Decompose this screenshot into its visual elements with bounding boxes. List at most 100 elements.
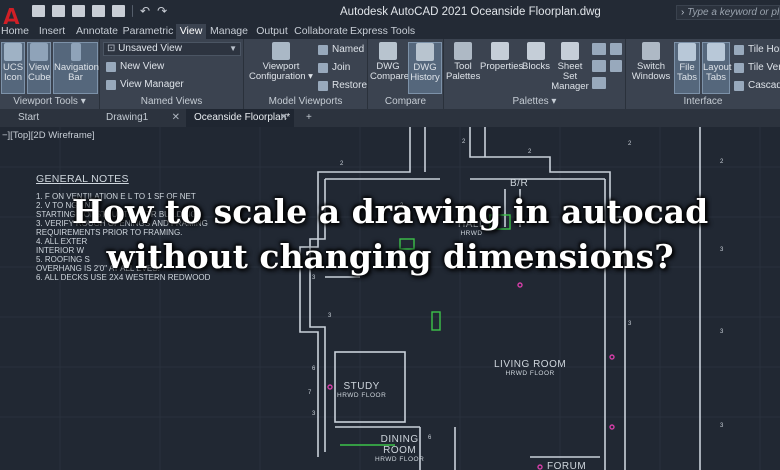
view-manager-button[interactable]: View Manager — [106, 79, 184, 90]
palette-small-button-2[interactable] — [592, 60, 606, 72]
tool-palettes-label-2: Palettes — [446, 71, 481, 82]
view-manager-icon — [106, 79, 116, 90]
tab-parametric[interactable]: Parametric — [120, 24, 176, 39]
palette-small-icon-3 — [592, 77, 606, 89]
restore-label: Restore — [332, 80, 368, 91]
named-view-dropdown-value: Unsaved View — [118, 43, 182, 54]
new-view-button[interactable]: New View — [106, 61, 164, 72]
file-tabs-label-2: Tabs — [676, 72, 698, 83]
layout-tabs-button[interactable]: Layout Tabs — [702, 42, 732, 94]
plus-icon: + — [306, 112, 312, 123]
named-view-dropdown-icon: ⊡ — [107, 43, 119, 54]
doc-tab-start-label: Start — [18, 112, 40, 123]
sheet-set-manager-label-2: Manager — [551, 81, 589, 92]
palette-small-button-1[interactable] — [592, 43, 606, 55]
tab-collaborate[interactable]: Collaborate — [292, 24, 350, 39]
new-tab-button[interactable]: + — [298, 109, 318, 127]
view-cube-button[interactable]: View Cube — [27, 42, 51, 94]
tab-home[interactable]: Home — [0, 24, 30, 39]
ucs-icon-label-2: Icon — [4, 72, 22, 83]
viewport-controls-label[interactable]: −][Top][2D Wireframe] — [2, 130, 95, 141]
dwg-history-label-2: History — [410, 72, 440, 83]
tab-view[interactable]: View — [176, 24, 206, 39]
switch-windows-icon — [642, 42, 660, 60]
room-name-line2: ROOM — [383, 445, 417, 456]
room-floor: HRWD FLOOR — [505, 370, 555, 377]
dwg-history-button[interactable]: DWG History — [408, 42, 442, 94]
quick-access-open-icon[interactable] — [52, 5, 65, 17]
panel-title-viewport-tools[interactable]: Viewport Tools ▾ — [0, 96, 99, 107]
tile-horizontally-button[interactable]: Tile Hori — [734, 44, 780, 55]
ucs-icon — [4, 43, 22, 61]
tool-palettes-button[interactable]: Tool Palettes — [446, 42, 480, 94]
undo-icon[interactable]: ↶ — [140, 5, 150, 17]
panel-title-palettes[interactable]: Palettes ▾ — [444, 96, 625, 107]
palette-small-button-3[interactable] — [592, 77, 606, 89]
palette-small-button-5[interactable] — [610, 60, 622, 72]
file-tabs-button[interactable]: File Tabs — [674, 42, 700, 94]
title-bar: A ↶ ↷ Autodesk AutoCAD 2021 Oceanside Fl… — [0, 0, 780, 32]
doc-tab-oceanside-floorplan[interactable]: Oceanside Floorplan* ✕ — [186, 109, 294, 127]
tab-annotate[interactable]: Annotate — [74, 24, 120, 39]
viewport-configuration-button[interactable]: Viewport Configuration ▾ — [248, 42, 314, 94]
svg-text:3: 3 — [720, 329, 724, 335]
navigation-bar-icon — [70, 43, 81, 61]
panel-viewport-tools: UCS Icon View Cube Navigation Bar Viewpo… — [0, 39, 100, 109]
named-viewports-button[interactable]: Named — [318, 44, 364, 55]
panel-compare: DWG Compare DWG History Compare — [368, 39, 444, 109]
svg-text:6: 6 — [428, 435, 432, 441]
quick-access-saveas-icon[interactable] — [92, 5, 105, 17]
properties-button[interactable]: Properties — [480, 42, 523, 94]
ucs-icon-button[interactable]: UCS Icon — [1, 42, 25, 94]
switch-windows-label-2: Windows — [631, 71, 671, 82]
svg-text:3: 3 — [628, 321, 632, 327]
palette-small-icon-1 — [592, 43, 606, 55]
doc-tab-drawing1[interactable]: Drawing1 ✕ — [98, 109, 186, 127]
navigation-bar-label-2: Bar — [68, 72, 83, 83]
blocks-button[interactable]: Blocks — [522, 42, 550, 94]
room-floor: HRWD FLOOR — [337, 392, 387, 399]
panel-title-model-viewports: Model Viewports — [268, 96, 343, 107]
tab-express-tools[interactable]: Express Tools — [350, 24, 415, 39]
file-tabs-icon — [678, 43, 696, 61]
new-view-label: New View — [120, 61, 165, 72]
quick-access-new-icon[interactable] — [32, 5, 45, 17]
drawing-canvas[interactable]: 2 2 2 2 2 3 3 3 3 6 7 3 6 3 3 2 −][Top][… — [0, 127, 780, 470]
search-input[interactable]: › Type a keyword or phrase — [676, 5, 780, 20]
doc-tab-start[interactable]: Start — [10, 109, 100, 127]
room-label-forum: FORUM — [547, 461, 586, 470]
room-name: LIVING ROOM — [494, 359, 567, 370]
navigation-bar-button[interactable]: Navigation Bar — [53, 42, 99, 94]
tab-manage[interactable]: Manage — [206, 24, 252, 39]
properties-icon — [491, 42, 509, 60]
redo-icon[interactable]: ↷ — [157, 5, 167, 17]
separator — [132, 5, 133, 17]
cascade-button[interactable]: Cascade — [734, 80, 780, 91]
sheet-set-manager-button[interactable]: Sheet Set Manager — [550, 42, 590, 94]
switch-windows-button[interactable]: Switch Windows — [630, 42, 672, 94]
dwg-compare-icon — [379, 42, 397, 60]
ribbon: UCS Icon View Cube Navigation Bar Viewpo… — [0, 39, 780, 109]
article-headline: How to scale a drawing in autocad withou… — [0, 189, 780, 279]
palette-small-button-4[interactable] — [610, 43, 622, 55]
named-view-dropdown[interactable]: ⊡ Unsaved View ▼ — [103, 42, 241, 56]
tile-vertically-button[interactable]: Tile Verti — [734, 62, 780, 73]
tab-insert[interactable]: Insert — [30, 24, 74, 39]
join-viewports-button[interactable]: Join — [318, 62, 350, 73]
window-title: Autodesk AutoCAD 2021 Oceanside Floorpla… — [340, 6, 601, 18]
restore-viewports-button[interactable]: Restore — [318, 80, 367, 91]
room-name: STUDY — [343, 381, 380, 392]
dwg-compare-button[interactable]: DWG Compare — [370, 42, 409, 94]
quick-access-save-icon[interactable] — [72, 5, 85, 17]
room-label-br: B/R — [510, 178, 528, 189]
close-icon[interactable]: ✕ — [280, 109, 288, 126]
panel-palettes: Tool Palettes Properties Blocks Sheet Se… — [444, 39, 626, 109]
tab-output[interactable]: Output — [252, 24, 292, 39]
close-icon[interactable]: ✕ — [172, 109, 180, 126]
sheet-set-manager-icon — [561, 42, 579, 60]
quick-access-print-icon[interactable] — [112, 5, 125, 17]
ribbon-tab-bar: Home Insert Annotate Parametric View Man… — [0, 24, 780, 39]
cascade-label: Cascade — [748, 80, 780, 91]
search-placeholder: Type a keyword or phrase — [687, 7, 779, 18]
layout-tabs-icon — [707, 43, 725, 61]
